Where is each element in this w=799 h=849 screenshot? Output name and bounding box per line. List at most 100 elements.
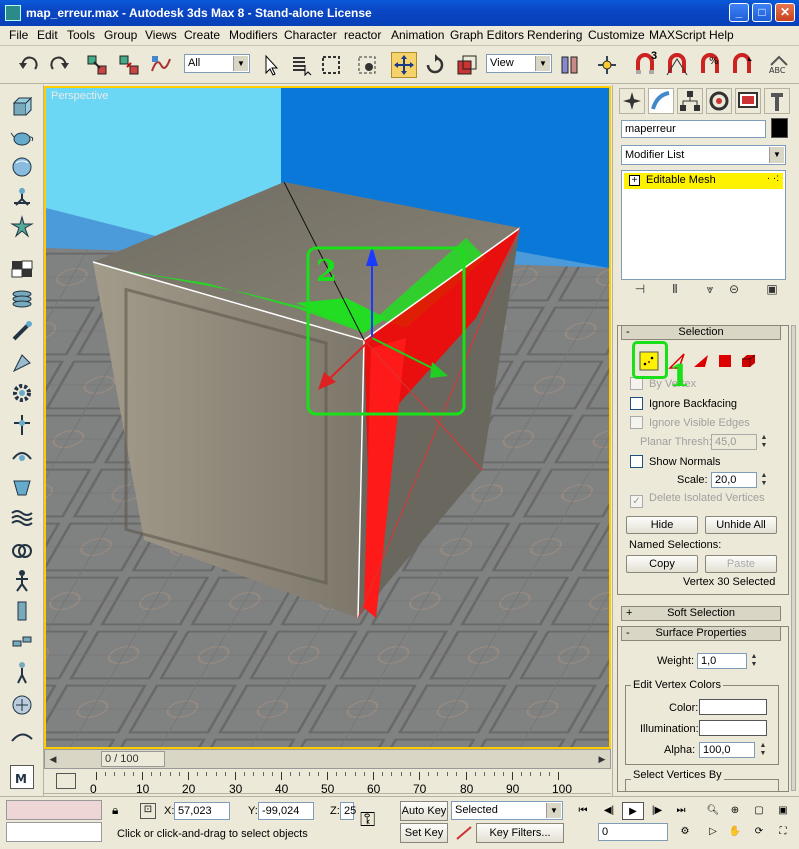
- menu-create[interactable]: Create: [183, 28, 221, 42]
- expand-icon[interactable]: +: [629, 175, 640, 186]
- auto-key-button[interactable]: Auto Key: [400, 801, 448, 821]
- time-prev-icon[interactable]: ◀: [47, 752, 59, 766]
- layers-icon[interactable]: [10, 287, 34, 311]
- rectangular-selection-icon[interactable]: [318, 52, 344, 78]
- viewport-label[interactable]: Perspective: [51, 90, 108, 102]
- configure-sets-icon[interactable]: ▣: [763, 282, 781, 300]
- water-icon[interactable]: [10, 475, 34, 499]
- time-next-icon[interactable]: ▶: [596, 752, 608, 766]
- ignore-backfacing-checkbox[interactable]: [630, 397, 643, 410]
- angle-snap-icon[interactable]: [664, 52, 690, 78]
- select-object-icon[interactable]: [258, 52, 284, 78]
- next-frame-icon[interactable]: |▶: [646, 802, 668, 820]
- menu-tools[interactable]: Tools: [66, 28, 96, 42]
- spinner-arrows-icon[interactable]: ▲ ▼: [759, 472, 769, 488]
- key-filters-button[interactable]: Key Filters...: [476, 823, 564, 843]
- window-crossing-icon[interactable]: [354, 52, 380, 78]
- zoom-extents-icon[interactable]: ▢: [748, 802, 770, 820]
- unhide-all-button[interactable]: Unhide All: [705, 516, 777, 534]
- pin-icon[interactable]: [10, 413, 34, 437]
- set-key-button[interactable]: Set Key: [400, 823, 448, 843]
- camera-icon[interactable]: [10, 725, 34, 749]
- time-slider[interactable]: ◀ 0 / 100 ▶: [44, 749, 611, 769]
- spinner-arrows-icon[interactable]: ▲ ▼: [758, 742, 768, 758]
- weight-spinner[interactable]: 1,0: [697, 653, 747, 669]
- maxscript-icon[interactable]: M: [10, 765, 34, 789]
- key-icon[interactable]: ⚿: [360, 809, 392, 833]
- select-and-scale-icon[interactable]: [454, 52, 480, 78]
- maximize-viewport-icon[interactable]: ⛶: [772, 823, 794, 841]
- percent-snap-icon[interactable]: %: [697, 52, 723, 78]
- previous-frame-icon[interactable]: ◀|: [598, 802, 620, 820]
- link-icon[interactable]: [10, 539, 34, 563]
- arc-rotate-icon[interactable]: ⟳: [748, 823, 770, 841]
- maxscript-input-mini[interactable]: [6, 822, 102, 842]
- polygon-select-icon[interactable]: [715, 351, 735, 371]
- command-panel-scrollbar[interactable]: [791, 325, 796, 791]
- viewport-scene[interactable]: [46, 88, 609, 747]
- snaps-toggle-icon[interactable]: 3: [632, 50, 658, 78]
- element-select-icon[interactable]: [738, 351, 758, 371]
- menu-help[interactable]: Help: [708, 28, 735, 42]
- absolute-mode-icon[interactable]: ⊡: [140, 803, 156, 819]
- planar-thresh-spinner[interactable]: 45,0: [711, 434, 757, 450]
- track-bar[interactable]: 0 10 20 30 40 50 60 70 80 90 100: [44, 770, 611, 796]
- star-icon[interactable]: [10, 215, 34, 239]
- scale-spinner[interactable]: 20,0: [711, 472, 757, 488]
- bind-space-warp-icon[interactable]: [148, 52, 174, 78]
- menu-edit[interactable]: Edit: [36, 28, 59, 42]
- menu-maxscript[interactable]: MAXScript: [648, 28, 707, 42]
- delete-isolated-checkbox[interactable]: ✓: [630, 495, 643, 508]
- show-end-result-icon[interactable]: Ⅱ: [666, 282, 684, 300]
- selection-filter-dropdown[interactable]: All ▼: [184, 54, 250, 73]
- maxscript-listener-mini[interactable]: [6, 800, 102, 820]
- current-frame-field[interactable]: 0: [598, 823, 668, 841]
- spinner-snap-icon[interactable]: [729, 52, 755, 78]
- box-icon[interactable]: [10, 95, 34, 119]
- bone-icon[interactable]: [10, 599, 34, 623]
- object-name-input[interactable]: maperreur: [621, 120, 766, 138]
- menu-reactor[interactable]: reactor: [343, 28, 382, 42]
- zoom-all-icon[interactable]: ⊕: [724, 802, 746, 820]
- menu-rendering[interactable]: Rendering: [526, 28, 583, 42]
- soft-selection-rollout-header[interactable]: + Soft Selection: [621, 606, 781, 621]
- render-icon[interactable]: [10, 443, 34, 467]
- redo-icon[interactable]: [46, 52, 72, 78]
- pin-stack-icon[interactable]: ⊣: [631, 282, 649, 300]
- abc-icon[interactable]: ABC: [766, 52, 792, 78]
- light-icon[interactable]: [10, 185, 34, 209]
- ignore-visible-edges-checkbox[interactable]: [630, 416, 643, 429]
- zoom-icon[interactable]: 🔍︎: [702, 802, 724, 820]
- menu-modifiers[interactable]: Modifiers: [228, 28, 279, 42]
- ignore-backfacing-row[interactable]: Ignore Backfacing: [630, 397, 737, 413]
- menu-animation[interactable]: Animation: [390, 28, 445, 42]
- select-and-move-icon[interactable]: [391, 52, 417, 78]
- illumination-color-swatch[interactable]: [699, 720, 767, 736]
- mini-curve-editor-icon[interactable]: [56, 773, 76, 789]
- waves-icon[interactable]: [10, 505, 34, 529]
- paste-button[interactable]: Paste: [705, 555, 777, 573]
- delete-isolated-row[interactable]: ✓ Delete Isolated Vertices: [630, 492, 765, 508]
- modifier-icon[interactable]: [10, 319, 34, 343]
- menu-character[interactable]: Character: [283, 28, 338, 42]
- material-icon[interactable]: [10, 351, 34, 375]
- 3dsmax-app-icon[interactable]: [5, 5, 21, 21]
- perspective-viewport[interactable]: Perspective 2: [44, 86, 611, 749]
- zoom-extents-all-icon[interactable]: ▣: [772, 802, 794, 820]
- select-and-link-icon[interactable]: [84, 52, 110, 78]
- pan-icon[interactable]: ✋: [724, 823, 746, 841]
- field-of-view-icon[interactable]: ▷: [702, 823, 724, 841]
- default-tangent-icon[interactable]: [456, 825, 472, 841]
- modifier-list-dropdown[interactable]: Modifier List ▼: [621, 145, 786, 165]
- menu-customize[interactable]: Customize: [587, 28, 646, 42]
- play-icon[interactable]: ▶: [622, 802, 644, 820]
- go-to-start-icon[interactable]: ⏮: [572, 802, 594, 820]
- ignore-visible-edges-row[interactable]: Ignore Visible Edges: [630, 416, 750, 432]
- reference-coord-dropdown[interactable]: View ▼: [486, 54, 552, 73]
- helper-icon[interactable]: [10, 693, 34, 717]
- gear-icon[interactable]: [10, 381, 34, 405]
- x-coord-field[interactable]: 57,023: [174, 802, 230, 820]
- z-coord-field[interactable]: 25: [340, 802, 356, 820]
- minimize-button[interactable]: _: [729, 3, 749, 22]
- spinner-arrows-icon[interactable]: ▲ ▼: [759, 434, 769, 450]
